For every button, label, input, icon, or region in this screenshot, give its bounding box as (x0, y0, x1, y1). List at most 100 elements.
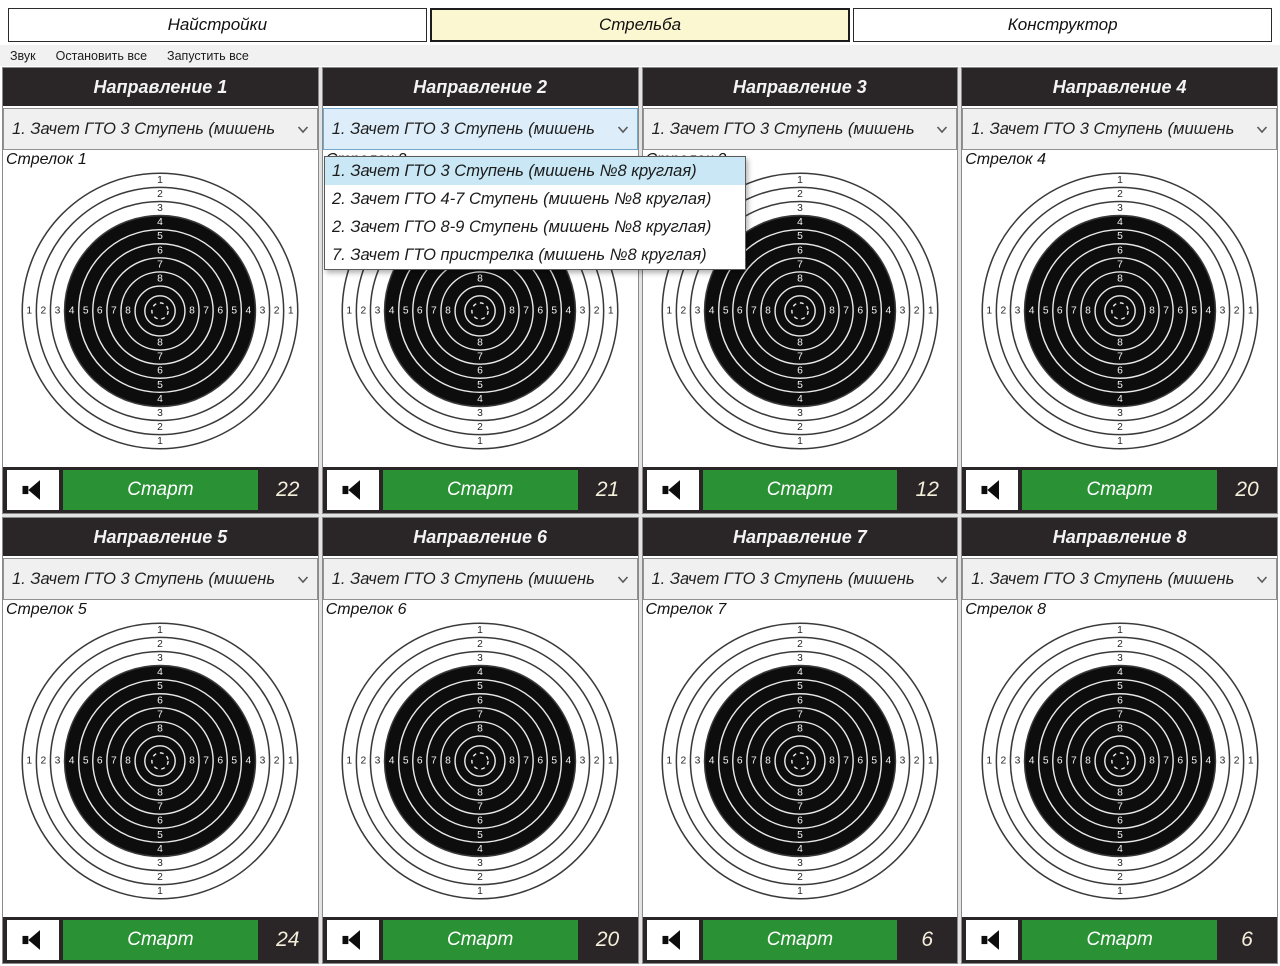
svg-text:3: 3 (797, 408, 803, 419)
svg-text:1: 1 (477, 625, 483, 636)
exercise-dropdown-list: 1. Зачет ГТО 3 Ступень (мишень №8 кругла… (324, 156, 746, 270)
svg-text:3: 3 (797, 653, 803, 664)
svg-text:4: 4 (69, 306, 75, 317)
svg-text:4: 4 (158, 394, 164, 405)
svg-text:1: 1 (928, 756, 934, 767)
start-button[interactable]: Старт (1022, 470, 1217, 510)
svg-text:8: 8 (190, 306, 196, 317)
svg-text:2: 2 (1000, 756, 1006, 767)
start-button[interactable]: Старт (703, 470, 898, 510)
menu-item-stop-all[interactable]: Остановить все (56, 49, 147, 63)
svg-text:4: 4 (709, 306, 715, 317)
speaker-button[interactable] (647, 470, 699, 510)
tab-constructor[interactable]: Конструктор (853, 8, 1272, 42)
svg-text:5: 5 (158, 380, 164, 391)
speaker-button[interactable] (327, 920, 379, 960)
speaker-button[interactable] (327, 470, 379, 510)
svg-text:8: 8 (158, 274, 164, 285)
svg-text:4: 4 (1117, 844, 1123, 855)
svg-text:4: 4 (246, 756, 252, 767)
start-button[interactable]: Старт (383, 470, 578, 510)
lane-content: Стрелок 7 111122223333444455556666777788… (643, 600, 958, 917)
dropdown-option[interactable]: 2. Зачет ГТО 8-9 Ступень (мишень №8 круг… (325, 213, 745, 241)
tab-shooting[interactable]: Стрельба (430, 8, 851, 42)
chevron-down-icon (1256, 575, 1268, 584)
svg-text:2: 2 (797, 639, 803, 650)
shooter-label: Стрелок 8 (962, 600, 1277, 620)
svg-text:1: 1 (928, 306, 934, 317)
speaker-button[interactable] (966, 470, 1018, 510)
svg-text:5: 5 (797, 830, 803, 841)
svg-text:7: 7 (431, 756, 437, 767)
lane-bottom-bar: Старт 20 (323, 917, 638, 963)
speaker-button[interactable] (647, 920, 699, 960)
svg-text:4: 4 (1205, 756, 1211, 767)
svg-text:6: 6 (797, 366, 803, 377)
dropdown-option[interactable]: 7. Зачет ГТО пристрелка (мишень №8 кругл… (325, 241, 745, 269)
menu-item-sound[interactable]: Звук (10, 49, 36, 63)
tab-settings[interactable]: Найстройки (8, 8, 427, 42)
svg-text:1: 1 (27, 306, 33, 317)
start-button[interactable]: Старт (63, 920, 258, 960)
svg-text:5: 5 (403, 756, 409, 767)
svg-text:7: 7 (843, 306, 849, 317)
start-button[interactable]: Старт (63, 470, 258, 510)
svg-text:7: 7 (204, 756, 210, 767)
svg-text:1: 1 (797, 886, 803, 897)
svg-text:4: 4 (709, 756, 715, 767)
start-button[interactable]: Старт (703, 920, 898, 960)
lane-bottom-bar: Старт 24 (3, 917, 318, 963)
svg-text:1: 1 (986, 756, 992, 767)
dropdown-option[interactable]: 2. Зачет ГТО 4-7 Ступень (мишень №8 круг… (325, 185, 745, 213)
exercise-select[interactable]: 1. Зачет ГТО 3 Ступень (мишень (962, 108, 1277, 150)
shooting-target: 11112222333344445555666677778888 (643, 620, 958, 917)
exercise-select[interactable]: 1. Зачет ГТО 3 Ступень (мишень (962, 558, 1277, 600)
svg-text:4: 4 (1028, 306, 1034, 317)
svg-text:8: 8 (1149, 756, 1155, 767)
exercise-select[interactable]: 1. Зачет ГТО 3 Ступень (мишень (3, 558, 318, 600)
svg-text:1: 1 (27, 756, 33, 767)
exercise-select[interactable]: 1. Зачет ГТО 3 Ступень (мишень (323, 108, 638, 150)
svg-text:6: 6 (797, 816, 803, 827)
svg-text:4: 4 (477, 667, 483, 678)
speaker-button[interactable] (7, 470, 59, 510)
svg-text:4: 4 (566, 756, 572, 767)
svg-text:5: 5 (232, 306, 238, 317)
exercise-select[interactable]: 1. Зачет ГТО 3 Ступень (мишень (323, 558, 638, 600)
svg-text:3: 3 (695, 306, 701, 317)
svg-text:6: 6 (537, 756, 543, 767)
svg-text:3: 3 (158, 653, 164, 664)
svg-text:4: 4 (477, 844, 483, 855)
svg-text:8: 8 (477, 337, 483, 348)
svg-text:2: 2 (274, 306, 280, 317)
svg-text:8: 8 (126, 306, 132, 317)
lane-content: Стрелок 8 111122223333444455556666777788… (962, 600, 1277, 917)
exercise-select[interactable]: 1. Зачет ГТО 3 Ступень (мишень (643, 108, 958, 150)
start-button[interactable]: Старт (383, 920, 578, 960)
lane-panel: Направление 6 1. Зачет ГТО 3 Ступень (ми… (322, 517, 639, 964)
chevron-down-icon (297, 575, 309, 584)
shot-count: 22 (262, 478, 314, 502)
dropdown-option[interactable]: 1. Зачет ГТО 3 Ступень (мишень №8 кругла… (325, 157, 745, 185)
svg-text:3: 3 (797, 858, 803, 869)
exercise-select[interactable]: 1. Зачет ГТО 3 Ступень (мишень (3, 108, 318, 150)
exercise-select[interactable]: 1. Зачет ГТО 3 Ступень (мишень (643, 558, 958, 600)
svg-text:6: 6 (797, 695, 803, 706)
speaker-icon (338, 476, 368, 504)
lane-content: Стрелок 6 111122223333444455556666777788… (323, 600, 638, 917)
svg-text:5: 5 (1191, 306, 1197, 317)
svg-text:6: 6 (218, 756, 224, 767)
start-button[interactable]: Старт (1022, 920, 1217, 960)
svg-text:3: 3 (477, 653, 483, 664)
menu-item-start-all[interactable]: Запустить все (167, 49, 249, 63)
svg-text:5: 5 (477, 681, 483, 692)
lane-bottom-bar: Старт 21 (323, 467, 638, 513)
svg-text:5: 5 (158, 681, 164, 692)
svg-text:2: 2 (158, 872, 164, 883)
speaker-button[interactable] (7, 920, 59, 960)
lane-bottom-bar: Старт 22 (3, 467, 318, 513)
svg-text:2: 2 (914, 306, 920, 317)
lane-panel: Направление 8 1. Зачет ГТО 3 Ступень (ми… (961, 517, 1278, 964)
speaker-button[interactable] (966, 920, 1018, 960)
lane-panel: Направление 3 1. Зачет ГТО 3 Ступень (ми… (642, 67, 959, 514)
